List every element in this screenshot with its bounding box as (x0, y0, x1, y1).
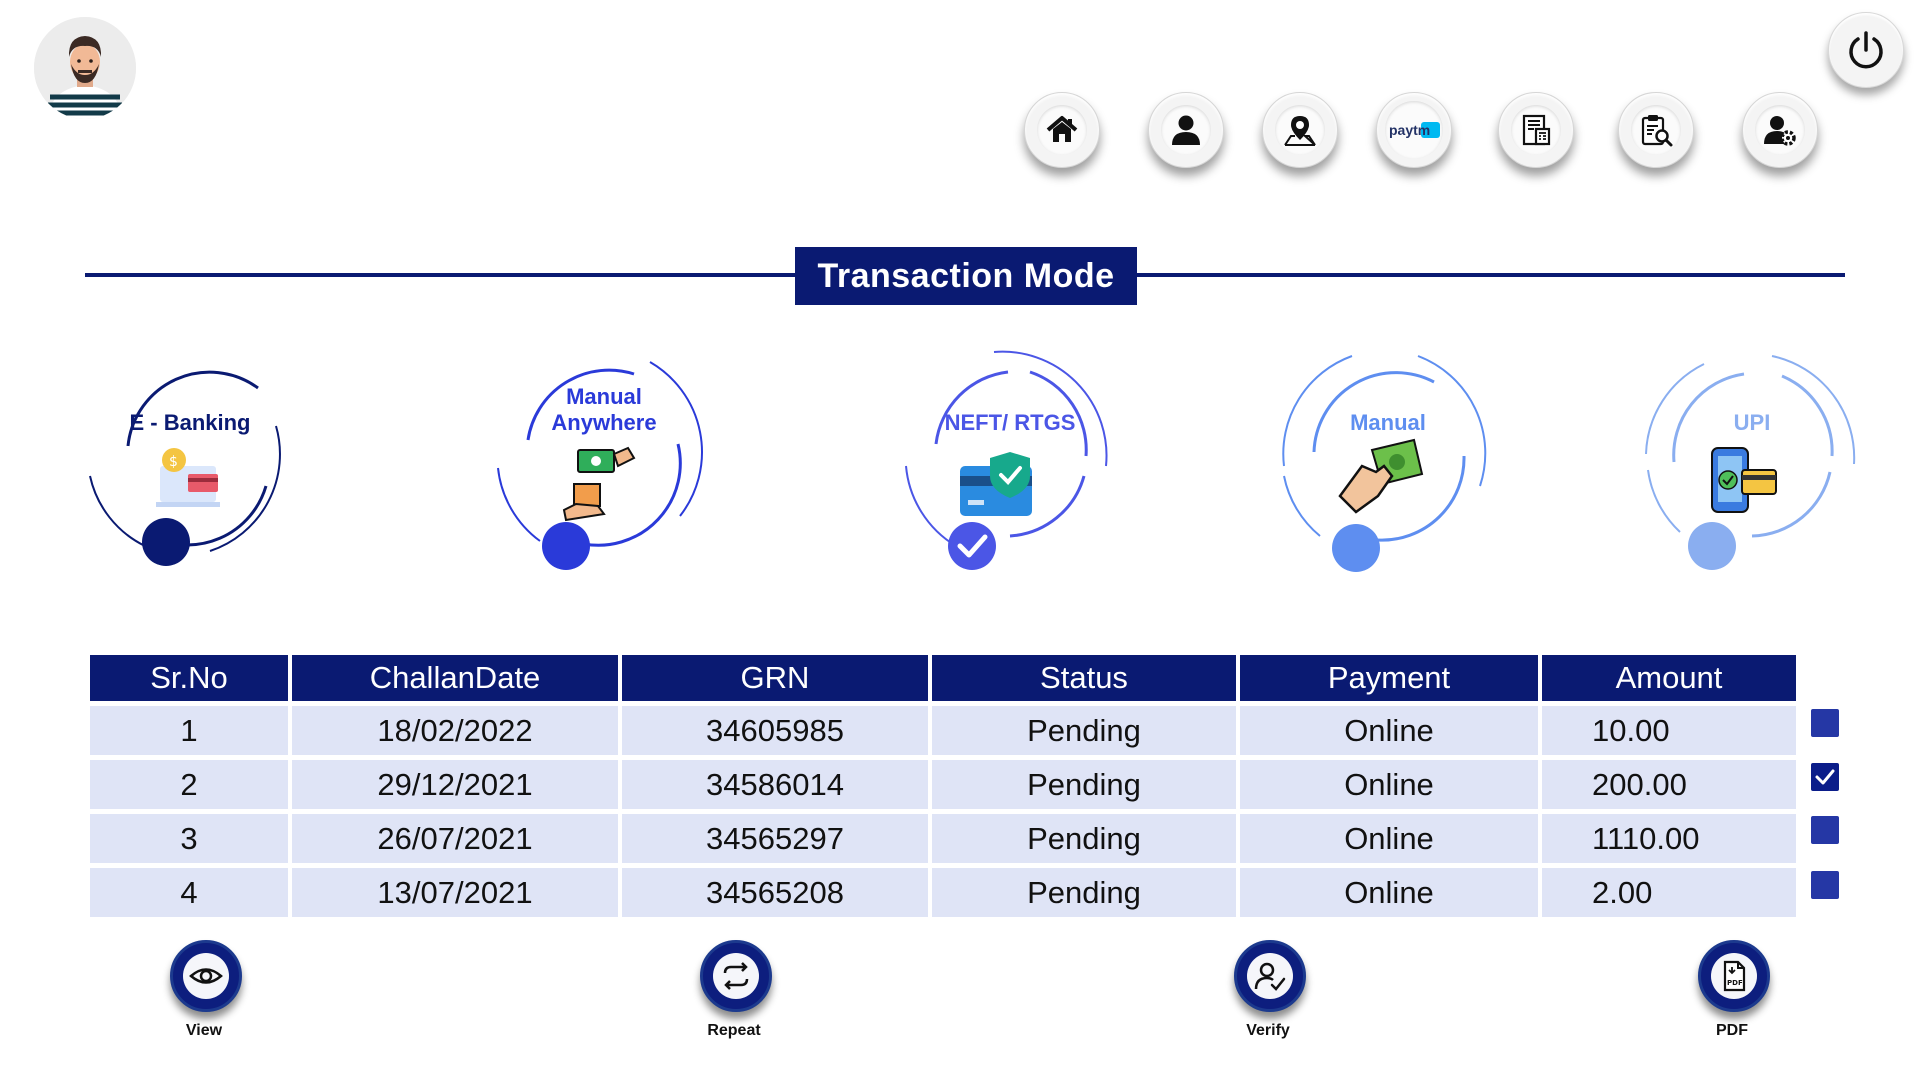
page-title: Transaction Mode (795, 247, 1137, 305)
checkmark-icon (1815, 769, 1835, 785)
mode-e-banking[interactable]: E - Banking $ (70, 336, 310, 576)
cell-srno: 1 (90, 706, 288, 755)
power-icon (1849, 31, 1883, 69)
verify-button[interactable]: Verify (1198, 940, 1338, 1050)
e-banking-icon: $ (156, 448, 220, 507)
column-header-amount: Amount (1542, 655, 1796, 701)
cell-date: 18/02/2022 (292, 706, 618, 755)
mode-manual[interactable]: Manual (1268, 336, 1508, 576)
nav-home-button[interactable] (1024, 92, 1100, 168)
repeat-icon (723, 962, 749, 990)
mode-manual-anywhere[interactable]: Manual Anywhere (484, 336, 724, 576)
view-label: View (185, 1022, 223, 1039)
receipt-icon (1522, 114, 1551, 146)
mode-label: E - Banking (129, 410, 251, 435)
mode-upi[interactable]: UPI (1632, 336, 1872, 576)
cell-amount: 1110.00 (1542, 814, 1796, 863)
home-icon (1046, 116, 1078, 142)
cell-status: Pending (932, 760, 1236, 809)
nav-location-button[interactable] (1262, 92, 1338, 168)
verify-label: Verify (1246, 1022, 1290, 1039)
mode-neft-rtgs[interactable]: NEFT/ RTGS (890, 336, 1130, 576)
cell-payment: Online (1240, 814, 1538, 863)
cell-payment: Online (1240, 760, 1538, 809)
user-icon (1172, 115, 1200, 145)
repeat-label: Repeat (707, 1022, 761, 1039)
column-header-payment: Payment (1240, 655, 1538, 701)
nav-search-records-button[interactable] (1618, 92, 1694, 168)
column-header-status: Status (932, 655, 1236, 701)
cell-status: Pending (932, 868, 1236, 917)
mode-label: UPI (1733, 410, 1771, 435)
map-pin-icon (1284, 116, 1316, 146)
secure-card-icon (960, 452, 1032, 516)
pdf-file-icon: PDF (1723, 960, 1746, 992)
pdf-button[interactable]: PDF PDF (1662, 940, 1802, 1050)
mode-label: NEFT/ RTGS (944, 410, 1076, 435)
table-row[interactable]: 1 18/02/2022 34605985 Pending Online 10.… (90, 706, 1796, 755)
paytm-icon: paytm (1389, 122, 1440, 138)
cell-date: 29/12/2021 (292, 760, 618, 809)
cell-grn: 34586014 (622, 760, 928, 809)
user-settings-icon (1764, 116, 1796, 146)
manual-anywhere-icon (562, 446, 636, 522)
mode-label: Manual (1350, 410, 1426, 435)
column-header-challan-date: ChallanDate (292, 655, 618, 701)
mobile-payment-icon (1711, 447, 1777, 513)
nav-user-settings-button[interactable] (1742, 92, 1818, 168)
mode-label: Manual Anywhere (551, 384, 657, 435)
row-checkbox-4[interactable] (1811, 871, 1839, 899)
cell-grn: 34605985 (622, 706, 928, 755)
table-row[interactable]: 3 26/07/2021 34565297 Pending Online 111… (90, 814, 1796, 863)
cell-status: Pending (932, 814, 1236, 863)
row-checkbox-3[interactable] (1811, 816, 1839, 844)
clipboard-search-icon (1641, 115, 1673, 147)
pdf-label: PDF (1716, 1022, 1748, 1039)
cell-srno: 3 (90, 814, 288, 863)
cell-payment: Online (1240, 868, 1538, 917)
cell-payment: Online (1240, 706, 1538, 755)
cell-grn: 34565297 (622, 814, 928, 863)
view-button[interactable]: View (134, 940, 274, 1050)
cell-srno: 4 (90, 868, 288, 917)
challan-table: Sr.No ChallanDate GRN Status Payment Amo… (86, 650, 1800, 922)
table-header-row: Sr.No ChallanDate GRN Status Payment Amo… (90, 655, 1796, 701)
row-checkbox-1[interactable] (1811, 709, 1839, 737)
table-row[interactable]: 4 13/07/2021 34565208 Pending Online 2.0… (90, 868, 1796, 917)
power-button[interactable] (1828, 12, 1904, 88)
nav-paytm-button[interactable]: paytm (1376, 92, 1452, 168)
column-header-grn: GRN (622, 655, 928, 701)
user-avatar[interactable] (34, 17, 136, 119)
repeat-button[interactable]: Repeat (664, 940, 804, 1050)
cell-grn: 34565208 (622, 868, 928, 917)
cell-date: 13/07/2021 (292, 868, 618, 917)
column-header-srno: Sr.No (90, 655, 288, 701)
nav-profile-button[interactable] (1148, 92, 1224, 168)
nav-receipt-button[interactable] (1498, 92, 1574, 168)
cell-status: Pending (932, 706, 1236, 755)
pdf-icon-text: PDF (1727, 979, 1743, 987)
verify-user-icon (1254, 962, 1286, 991)
row-checkbox-2[interactable] (1811, 763, 1839, 791)
cell-date: 26/07/2021 (292, 814, 618, 863)
eye-icon (189, 968, 223, 984)
cash-in-hand-icon (1338, 438, 1424, 514)
cell-amount: 10.00 (1542, 706, 1796, 755)
table-row[interactable]: 2 29/12/2021 34586014 Pending Online 200… (90, 760, 1796, 809)
cell-srno: 2 (90, 760, 288, 809)
paytm-logo-text: paytm (1389, 122, 1430, 138)
cell-amount: 2.00 (1542, 868, 1796, 917)
cell-amount: 200.00 (1542, 760, 1796, 809)
svg-text:$: $ (169, 454, 178, 470)
